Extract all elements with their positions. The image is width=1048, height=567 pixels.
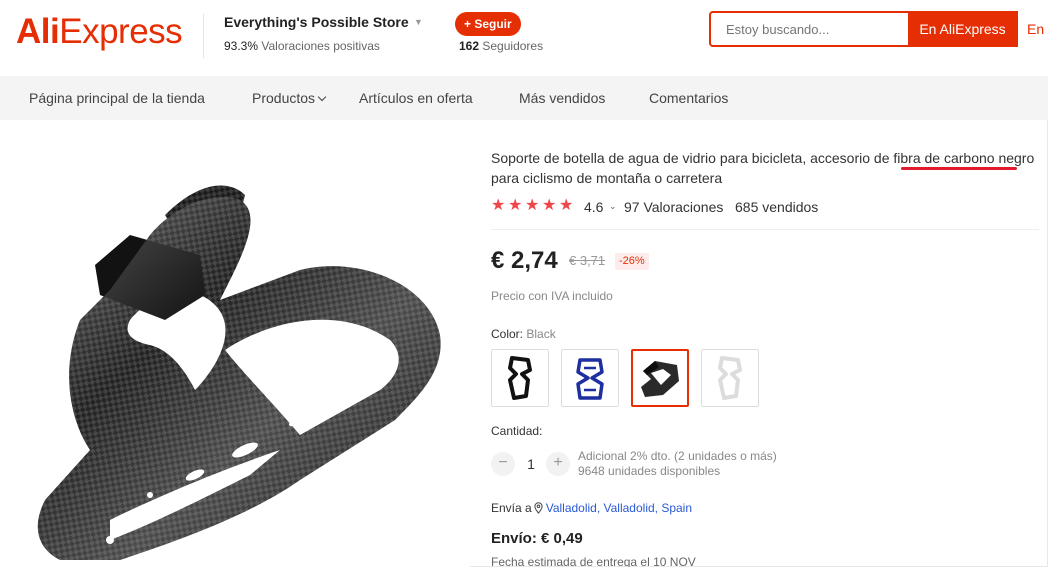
nav-item-bestsellers[interactable]: Más vendidos xyxy=(519,76,605,120)
quantity-label: Cantidad: xyxy=(491,424,543,438)
ship-to: Envía a Valladolid, Valladolid, Spain xyxy=(491,501,693,515)
price: € 2,74 xyxy=(491,247,558,274)
quantity-info: Adicional 2% dto. (2 unidades o más) 964… xyxy=(578,449,777,478)
chevron-down-icon[interactable]: ⌄ xyxy=(609,201,617,212)
divider xyxy=(491,229,1039,230)
ship-to-location[interactable]: Valladolid, Valladolid, Spain xyxy=(546,501,692,515)
swatch-white[interactable] xyxy=(701,349,759,407)
star-icon: ★ xyxy=(491,197,506,214)
chevron-down-icon[interactable]: ▼ xyxy=(414,17,423,27)
nav-item-deals[interactable]: Artículos en oferta xyxy=(359,76,473,120)
followers-count: 162 Seguidores xyxy=(459,39,544,53)
header: AliExpress Everything's Possible Store ▼… xyxy=(0,0,1048,76)
swatch-black[interactable] xyxy=(491,349,549,407)
star-icon: ★ xyxy=(508,197,523,214)
nav-item-products[interactable]: Productos xyxy=(252,76,327,120)
discount-badge: -26% xyxy=(615,253,649,270)
search-aliexpress-button[interactable]: En AliExpress xyxy=(908,11,1017,47)
search-input[interactable] xyxy=(711,13,907,45)
search-box: En AliExpress En e xyxy=(709,11,1048,47)
old-price: € 3,71 xyxy=(569,253,606,268)
nav-item-home[interactable]: Página principal de la tienda xyxy=(29,76,205,120)
aliexpress-logo[interactable]: AliExpress xyxy=(16,12,183,52)
header-divider xyxy=(203,14,204,58)
store-rating: 93.3% Valoraciones positivas xyxy=(224,39,380,53)
increase-quantity-button[interactable]: + xyxy=(546,452,570,476)
star-icon: ★ xyxy=(559,197,574,214)
product-image[interactable] xyxy=(0,120,470,567)
shipping-cost: Envío: € 0,49 xyxy=(491,530,583,547)
swatch-blue[interactable] xyxy=(561,349,619,407)
rating-value[interactable]: 4.6 xyxy=(584,199,603,215)
delivery-estimate: Fecha estimada de entrega el 10 NOV xyxy=(491,555,696,567)
star-icon: ★ xyxy=(542,197,557,214)
search-store-button[interactable]: En e xyxy=(1017,11,1048,47)
swatch-carbon-selected[interactable] xyxy=(631,349,689,407)
sold-count: 685 vendidos xyxy=(735,199,819,215)
decrease-quantity-button[interactable]: − xyxy=(491,452,515,476)
chevron-down-icon xyxy=(317,92,327,102)
follow-button[interactable]: + Seguir xyxy=(455,12,521,36)
store-nav: Página principal de la tienda Productos … xyxy=(0,76,1048,120)
vat-note: Precio con IVA incluido xyxy=(491,289,613,303)
nav-item-reviews[interactable]: Comentarios xyxy=(649,76,728,120)
store-name[interactable]: Everything's Possible Store xyxy=(224,14,409,30)
color-label: Color: Black xyxy=(491,327,556,341)
reviews-count[interactable]: 97 Valoraciones xyxy=(624,199,723,215)
quantity-value[interactable]: 1 xyxy=(524,456,538,472)
location-pin-icon xyxy=(534,502,543,514)
star-icon: ★ xyxy=(525,197,540,214)
annotation-underline xyxy=(901,167,1017,170)
